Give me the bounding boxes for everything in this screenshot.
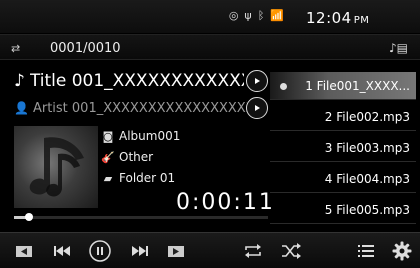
music-note-icon: ♪ [14,71,25,91]
list-icon [358,245,374,257]
track-counter-row: ⇄ 0001/0010 ♪▤ [0,34,420,60]
status-icons: ◎ ψ ᛒ 📶 [229,9,284,22]
title-row: ♪ Title 001_XXXXXXXXXXXXXXXXXXX [14,70,268,92]
repeat-button[interactable] [240,239,266,263]
now-playing-dot-icon [280,83,287,90]
playlist-item-label: 3 File003.mp3 [324,140,410,155]
track-artist: Artist 001_XXXXXXXXXXXXXXXXXXXXXXXXX [32,100,247,116]
album-icon: ◙ [102,129,114,143]
playlist-item-label: 5 File005.mp3 [324,202,410,217]
pause-button[interactable] [88,239,112,263]
usb-icon: ψ [244,9,252,22]
next-track-button[interactable] [128,239,152,263]
signal-icon: 📶 [270,9,284,22]
track-title: Title 001_XXXXXXXXXXXXXXXXXXX [29,71,244,91]
playlist-item-label: 4 File004.mp3 [324,171,410,186]
artist-row: 👤 Artist 001_XXXXXXXXXXXXXXXXXXXXXXXXX [14,97,268,119]
gear-icon [392,241,412,261]
guitar-icon: 🎸 [101,150,115,164]
clock-time: 12:04 [306,9,352,27]
clock-ampm: PM [353,15,370,26]
previous-track-button[interactable] [50,239,74,263]
progress-bar[interactable] [14,213,268,221]
playlist-item-5[interactable]: 5 File005.mp3 [270,196,416,224]
track-counter: 0001/0010 [50,41,121,56]
list-button[interactable] [354,239,378,263]
genre-name: Other [119,150,154,164]
album-name: Album001 [119,129,181,143]
play-small-icon [255,105,260,111]
playlist-item-label: 1 File001_XXXX... [305,78,410,93]
next-icon [132,246,148,256]
folder-row: ▰ Folder 01 [102,170,175,186]
pause-icon [89,240,111,262]
playlist-item-4[interactable]: 4 File004.mp3 [270,165,416,193]
clock: 12:04 PM [306,9,369,27]
status-bar: ◎ ψ ᛒ 📶 12:04 PM [0,0,420,33]
folder-back-button[interactable] [12,239,36,263]
music-note-art-icon [29,137,84,197]
album-row: ◙ Album001 [102,128,181,144]
play-small-icon [255,78,260,84]
gps-icon: ◎ [228,9,239,22]
playlist-item-2[interactable]: 2 File002.mp3 [270,103,416,131]
shuffle-button[interactable] [278,239,304,263]
person-icon: 👤 [14,101,29,115]
folder-back-icon [16,246,32,257]
folder-name: Folder 01 [119,171,176,185]
progress-knob[interactable] [25,213,34,221]
repeat-icon [245,244,261,258]
previous-icon [54,246,70,256]
artist-scroll-button[interactable] [246,97,268,119]
shuffle-icon [282,243,301,259]
bluetooth-icon: ᛒ [257,9,265,22]
elapsed-time: 0:00:11 [176,190,275,215]
playlist: 1 File001_XXXX... 2 File002.mp3 3 File00… [270,72,416,228]
playlist-item-1[interactable]: 1 File001_XXXX... [270,72,416,100]
settings-button[interactable] [390,239,414,263]
repeat-indicator-icon: ⇄ [11,42,21,55]
folder-forward-icon [168,246,184,257]
media-player-screen: ◎ ψ ᛒ 📶 12:04 PM ⇄ 0001/0010 ♪▤ ♪ Title 0… [0,0,420,268]
playlist-item-3[interactable]: 3 File003.mp3 [270,134,416,162]
album-art [14,126,98,208]
genre-row: 🎸 Other [101,149,154,165]
title-scroll-button[interactable] [246,70,268,92]
folder-forward-button[interactable] [164,239,188,263]
music-source-icon[interactable]: ♪▤ [389,41,408,55]
control-bar [0,232,420,268]
playlist-item-label: 2 File002.mp3 [324,109,410,124]
folder-icon: ▰ [103,171,113,185]
